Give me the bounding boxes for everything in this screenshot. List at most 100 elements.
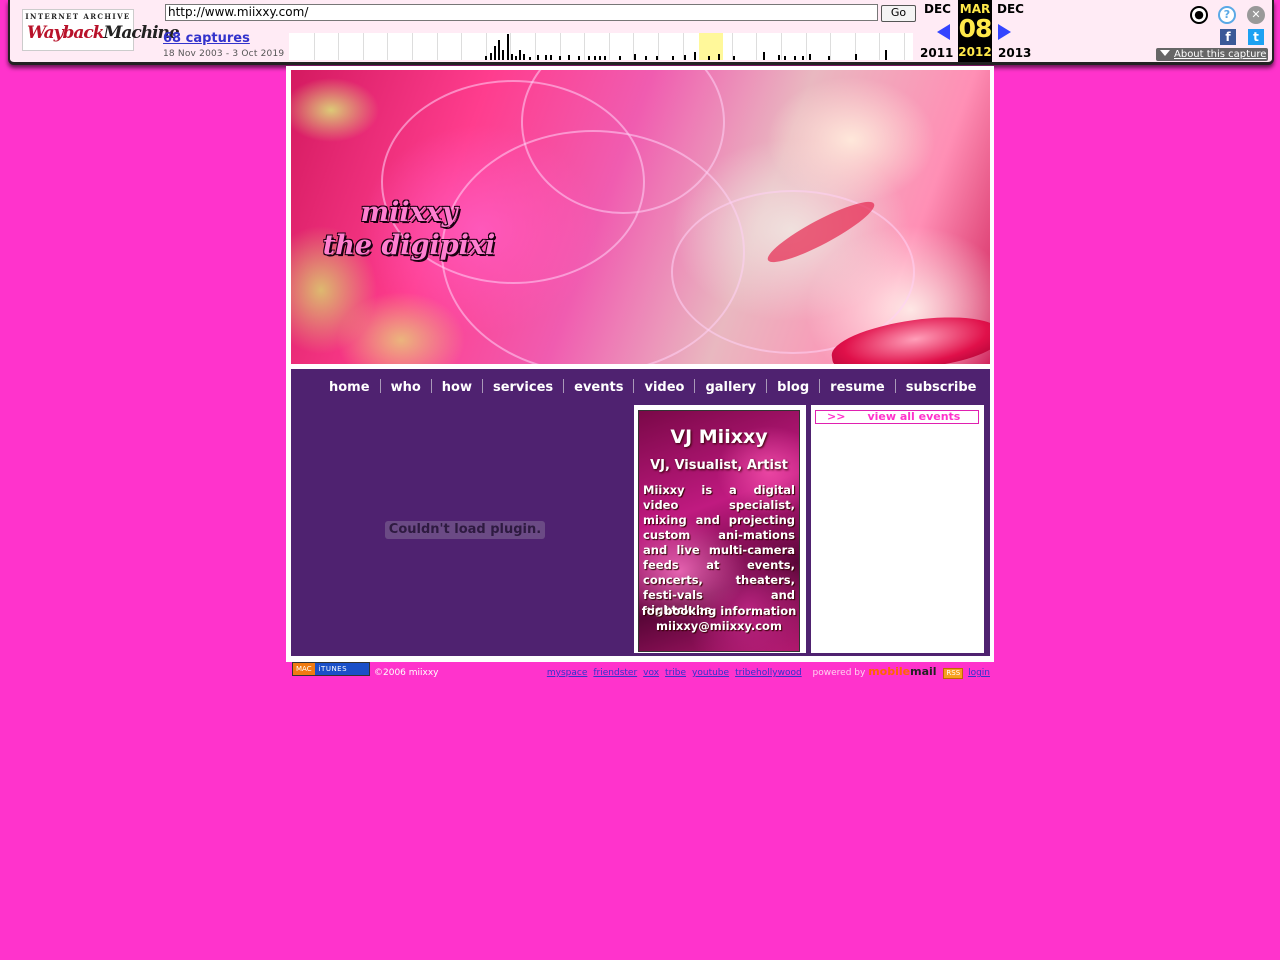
footer-link-myspace[interactable]: myspace xyxy=(547,668,588,678)
sparkline-capture-tick xyxy=(545,55,547,60)
nav-item-how[interactable]: how xyxy=(432,380,482,395)
sparkline-capture-tick xyxy=(494,46,496,60)
nav-item-gallery[interactable]: gallery xyxy=(695,380,766,395)
sparkline-year-column[interactable] xyxy=(437,33,463,60)
sparkline-capture-tick xyxy=(828,56,830,60)
banner-title-line1: miixxy xyxy=(360,197,458,228)
sparkline-capture-tick xyxy=(708,56,710,60)
wayback-logo[interactable]: INTERNET ARCHIVE WaybackMachine xyxy=(22,9,180,51)
sparkline-year-column[interactable] xyxy=(879,33,905,60)
nav-item-video[interactable]: video xyxy=(634,380,694,395)
nav-item-services[interactable]: services xyxy=(483,380,563,395)
go-button[interactable]: Go xyxy=(881,5,916,22)
sparkline-capture-tick xyxy=(794,56,796,60)
rss-icon[interactable]: RSS xyxy=(943,668,964,679)
facebook-icon[interactable]: f xyxy=(1220,29,1236,45)
footer-link-friendster[interactable]: friendster xyxy=(593,668,637,678)
sparkline-capture-tick xyxy=(763,52,765,60)
sparkline-year-column[interactable] xyxy=(387,33,413,60)
footer-link-vox[interactable]: vox xyxy=(643,668,659,678)
nav-item-home[interactable]: home xyxy=(319,380,380,395)
header-banner: miixxy the digipixi xyxy=(291,70,990,364)
powered-by: powered by xyxy=(812,668,866,678)
prev-year[interactable]: 2011 xyxy=(920,46,953,60)
banner-title: miixxy the digipixi xyxy=(309,196,509,262)
promo-body: Miixxy is a digital video specialist, mi… xyxy=(643,483,795,617)
prev-capture-arrow-icon[interactable] xyxy=(937,24,950,40)
sparkline-capture-tick xyxy=(802,56,804,60)
footer-link-tribehollywood[interactable]: tribehollywood xyxy=(735,668,802,678)
sparkline-capture-tick xyxy=(519,50,521,60)
prev-month[interactable]: DEC xyxy=(924,2,951,16)
close-icon[interactable]: ✕ xyxy=(1247,6,1265,24)
current-day: 08 xyxy=(958,14,993,43)
next-month[interactable]: DEC xyxy=(997,2,1024,16)
sparkline-capture-tick xyxy=(507,34,509,60)
sparkline-capture-tick xyxy=(523,54,525,60)
sparkline-capture-tick xyxy=(784,56,786,60)
footer: MAC iTUNES ©2006 miixxy myspace friendster… xyxy=(286,662,994,682)
wayback-toolbar: INTERNET ARCHIVE WaybackMachine http://w… xyxy=(8,0,1274,65)
promo-title: VJ Miixxy xyxy=(670,426,768,448)
copyright: ©2006 miixxy xyxy=(374,668,439,678)
sparkline-capture-tick xyxy=(594,56,596,60)
login-link[interactable]: login xyxy=(968,668,990,678)
sparkline-capture-tick xyxy=(619,56,621,60)
promo-booking: for booking information xyxy=(641,604,797,618)
sparkline-year-column[interactable] xyxy=(732,33,758,60)
content-panel: home who how services events video gallery blog… xyxy=(291,369,990,656)
events-arrow: >> xyxy=(827,410,846,423)
sparkline-year-column[interactable] xyxy=(609,33,635,60)
itunes-badge[interactable]: MAC iTUNES xyxy=(292,662,370,676)
nav-item-who[interactable]: who xyxy=(381,380,431,395)
sparkline-capture-tick xyxy=(578,56,580,60)
sparkline-capture-tick xyxy=(599,56,601,60)
sparkline-capture-tick xyxy=(718,54,720,60)
logo-top-text: INTERNET ARCHIVE xyxy=(25,12,131,21)
nav-item-blog[interactable]: blog xyxy=(767,380,819,395)
triangle-down-icon xyxy=(1160,50,1170,56)
nav-item-subscribe[interactable]: subscribe xyxy=(896,380,987,395)
twitter-icon[interactable]: t xyxy=(1248,29,1264,45)
sparkline-capture-tick xyxy=(778,55,780,60)
promo-email: miixxy@miixxy.com xyxy=(656,619,782,633)
sparkline-capture-tick xyxy=(809,54,811,60)
user-icon[interactable]: ● xyxy=(1190,6,1208,24)
help-icon[interactable]: ? xyxy=(1218,6,1236,24)
sparkline-capture-tick xyxy=(634,54,636,60)
sparkline-year-column[interactable] xyxy=(363,33,389,60)
sparkline-capture-tick xyxy=(490,53,492,60)
nav-item-resume[interactable]: resume xyxy=(820,380,895,395)
sparkline-year-column[interactable] xyxy=(560,33,586,60)
sparkline-capture-tick xyxy=(559,56,561,60)
sparkline-year-column[interactable] xyxy=(855,33,881,60)
sparkline-year-column[interactable] xyxy=(830,33,856,60)
site-container: miixxy the digipixi home who how services ev… xyxy=(286,66,994,662)
captures-link[interactable]: 68 captures xyxy=(163,31,250,46)
url-input[interactable]: http://www.miixxy.com/ xyxy=(165,4,878,21)
view-all-events-link[interactable]: >> view all events xyxy=(815,410,979,424)
sparkline-year-column[interactable] xyxy=(412,33,438,60)
events-link-label: view all events xyxy=(867,410,961,423)
footer-links: myspace friendster vox tribe youtube tribehol… xyxy=(526,665,990,679)
sparkline-year-column[interactable] xyxy=(289,33,315,60)
sparkline-year-column[interactable] xyxy=(461,33,487,60)
footer-link-tribe[interactable]: tribe xyxy=(665,668,686,678)
nav-item-events[interactable]: events xyxy=(564,380,633,395)
promo-image: VJ Miixxy VJ, Visualist, Artist Miixxy i… xyxy=(638,410,800,652)
promo-subtitle: VJ, Visualist, Artist xyxy=(650,458,788,473)
current-year: 2012 xyxy=(958,45,992,59)
sparkline-capture-tick xyxy=(485,56,487,60)
about-capture-button[interactable]: About this capture xyxy=(1156,48,1268,61)
plugin-error: Couldn't load plugin. xyxy=(385,521,545,539)
capture-sparkline[interactable] xyxy=(289,33,913,60)
sparkline-capture-tick xyxy=(529,57,531,60)
next-year[interactable]: 2013 xyxy=(998,46,1031,60)
sparkline-capture-tick xyxy=(515,56,517,60)
sparkline-year-column[interactable] xyxy=(338,33,364,60)
footer-link-youtube[interactable]: youtube xyxy=(692,668,729,678)
logo-main-text: WaybackMachine xyxy=(27,23,180,43)
next-capture-arrow-icon[interactable] xyxy=(998,24,1011,40)
sparkline-year-column[interactable] xyxy=(314,33,340,60)
sparkline-year-column[interactable] xyxy=(658,33,684,60)
